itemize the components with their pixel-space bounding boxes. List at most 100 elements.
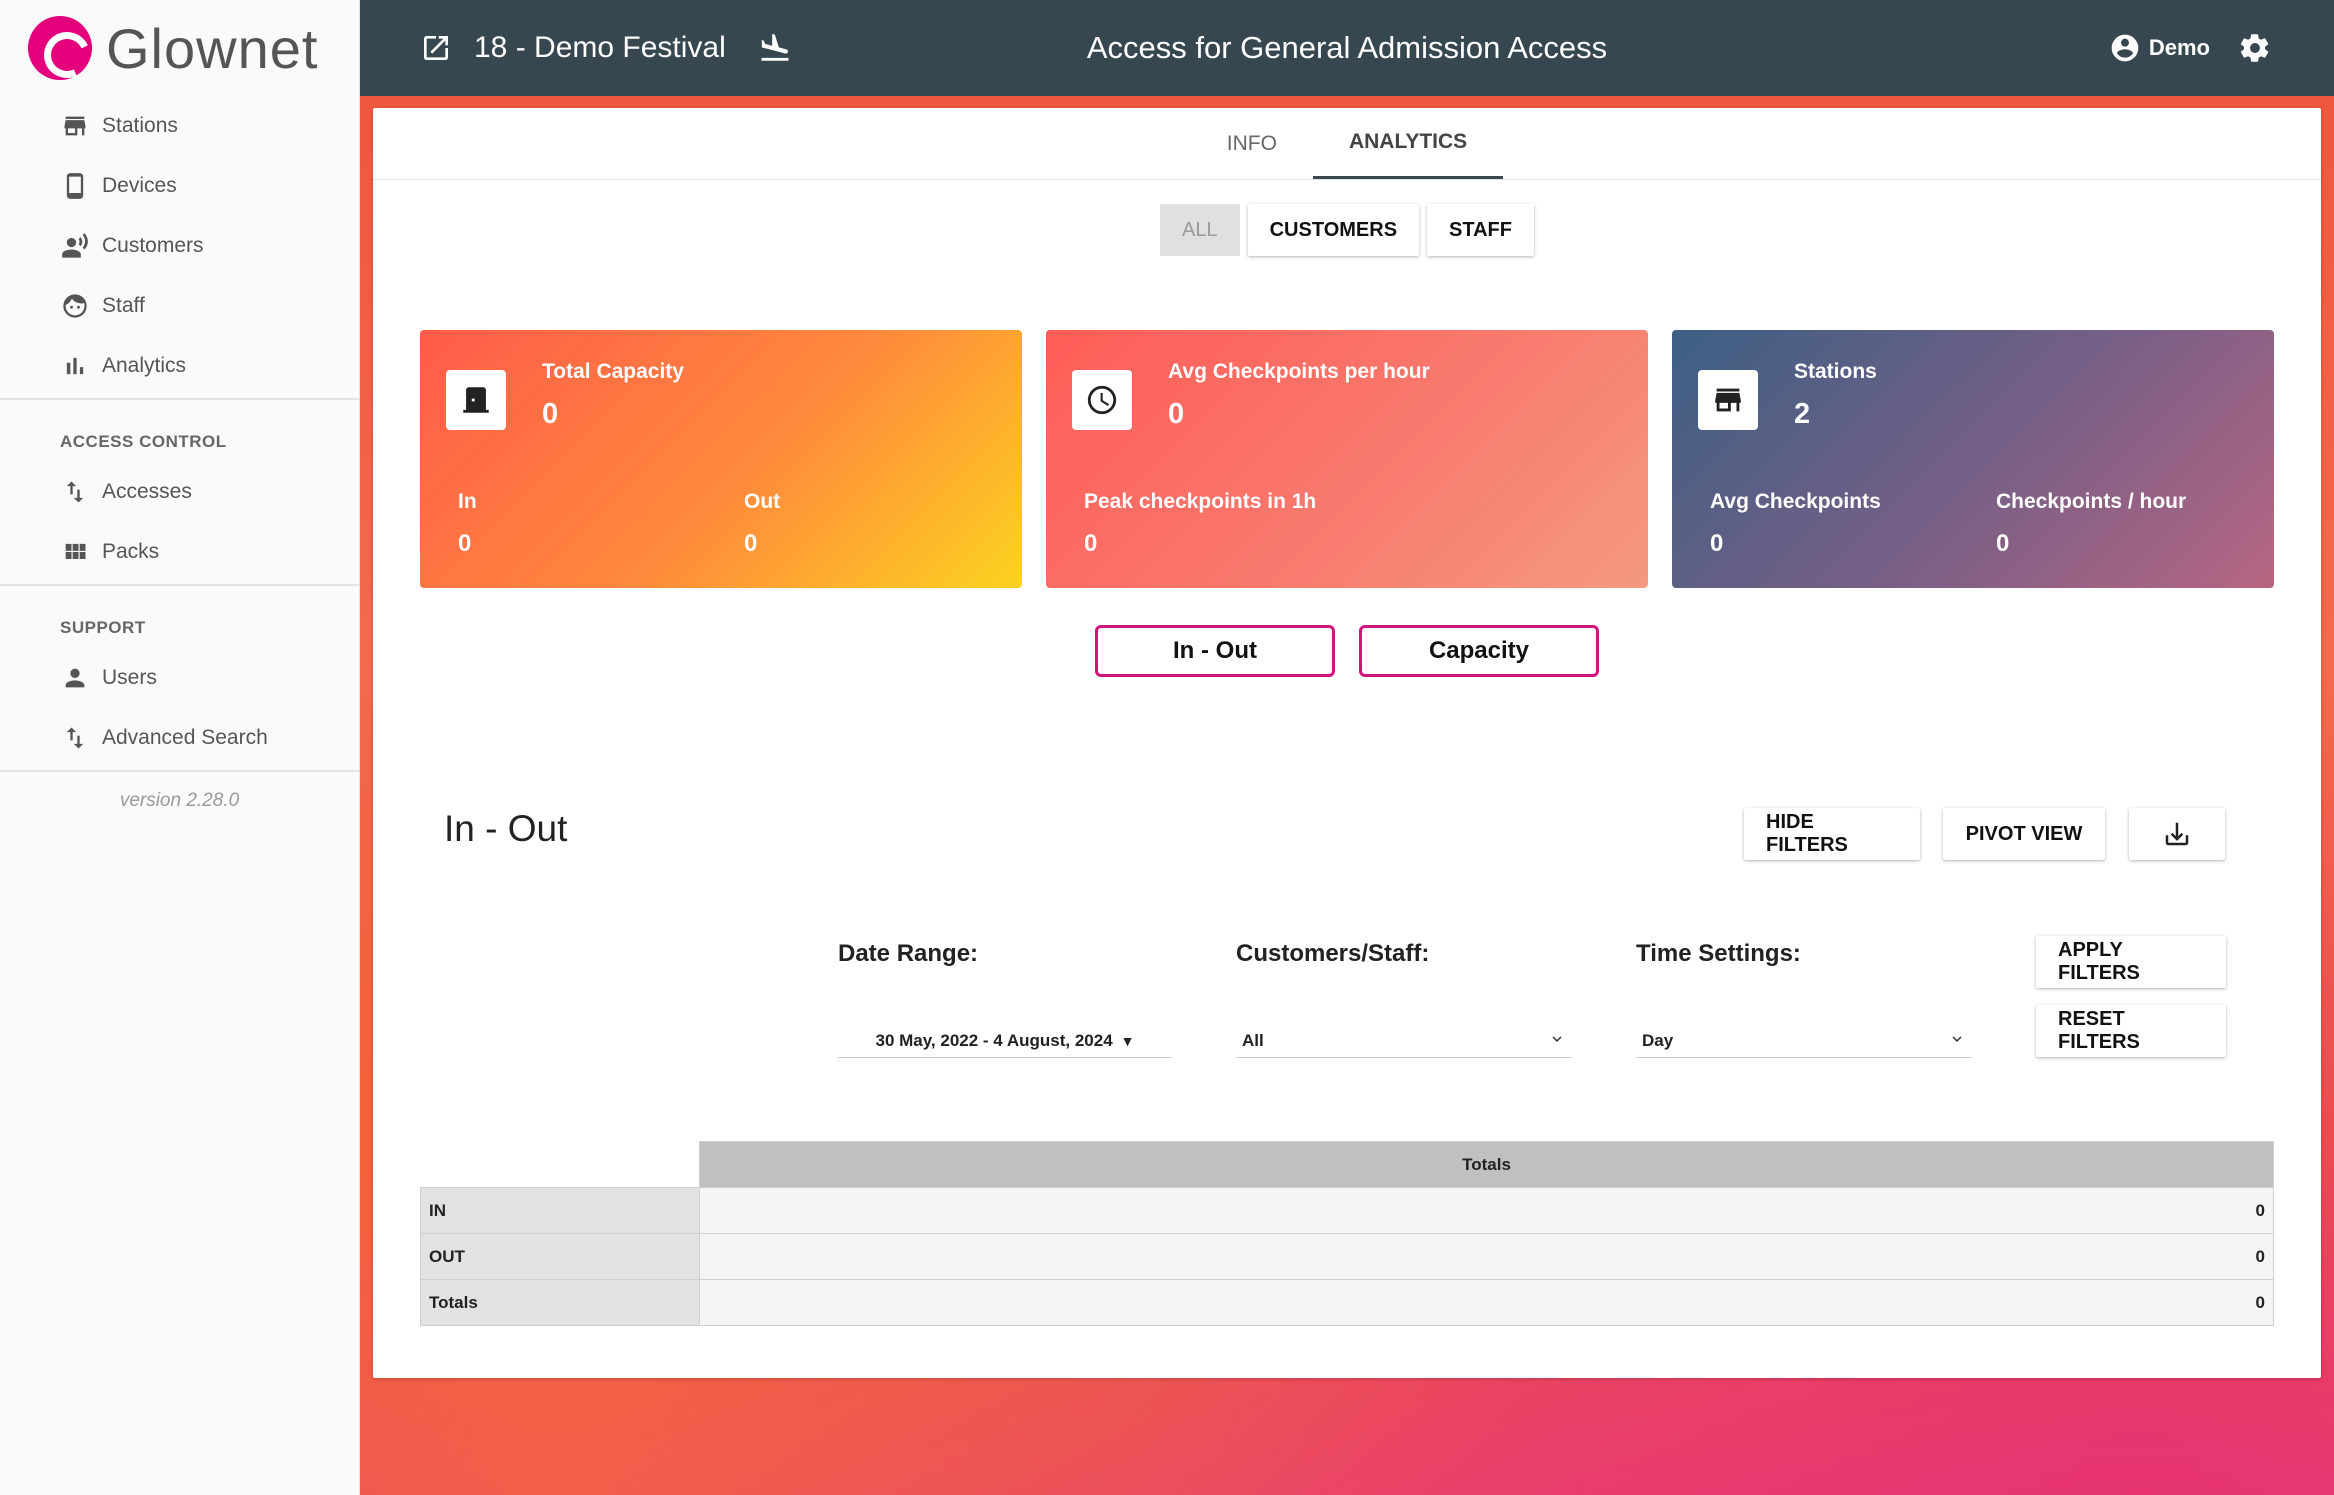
stat-sub-value: 0 (1710, 530, 1724, 557)
pivot-view-button[interactable]: PIVOT VIEW (1943, 808, 2105, 860)
stat-sub-value: 0 (1084, 530, 1098, 557)
hide-filters-button[interactable]: HIDE FILTERS (1744, 808, 1920, 860)
sidebar-item-devices[interactable]: Devices (0, 156, 359, 216)
sidebar-item-label: Stations (102, 114, 178, 137)
stat-sub-label: Avg Checkpoints (1710, 490, 1881, 513)
customers-icon (60, 231, 90, 261)
table-header-row: Totals (420, 1141, 2274, 1188)
door-icon (446, 370, 506, 430)
tab-info[interactable]: INFO (1191, 108, 1313, 179)
date-range-value: 30 May, 2022 - 4 August, 2024 (875, 1030, 1113, 1050)
capacity-toggle-button[interactable]: Capacity (1359, 625, 1599, 677)
date-range-picker[interactable]: 30 May, 2022 - 4 August, 2024 ▼ (838, 1024, 1172, 1058)
account-circle-icon[interactable] (2109, 32, 2141, 64)
stat-value: 2 (1794, 398, 1811, 430)
audience-selector: ALL CUSTOMERS STAFF (373, 204, 2321, 256)
section-title: In - Out (444, 808, 568, 849)
sidebar-item-label: Customers (102, 234, 204, 257)
stat-card-checkpoints: Avg Checkpoints per hour 0 Peak checkpoi… (1046, 330, 1648, 588)
sidebar-item-customers[interactable]: Customers (0, 216, 359, 276)
store-icon (60, 111, 90, 141)
date-range-label: Date Range: (838, 940, 979, 967)
stat-card-stations: Stations 2 Avg Checkpoints 0 Checkpoints… (1672, 330, 2274, 588)
stat-value: 0 (1168, 398, 1185, 430)
customers-staff-select[interactable]: All (1236, 1024, 1572, 1058)
timer-icon (1072, 370, 1132, 430)
time-settings-label: Time Settings: (1636, 940, 1801, 967)
sidebar-section-access-control: ACCESS CONTROL (60, 432, 227, 451)
reset-filters-button[interactable]: RESET FILTERS (2036, 1005, 2226, 1057)
sidebar-divider (0, 770, 359, 772)
sidebar-item-label: Staff (102, 294, 145, 317)
column-header-totals[interactable]: Totals (699, 1141, 2274, 1188)
download-icon (2162, 819, 2192, 849)
row-header[interactable]: Totals (420, 1279, 700, 1326)
stat-label: Total Capacity (542, 360, 684, 383)
chevron-down-icon (1948, 1030, 1966, 1048)
stat-sub-label: Checkpoints / hour (1996, 490, 2187, 513)
sidebar-item-label: Advanced Search (102, 726, 268, 749)
stat-sub-label: Out (744, 490, 781, 513)
download-button[interactable] (2129, 808, 2225, 860)
gear-icon[interactable] (2238, 31, 2272, 65)
sidebar-item-label: Accesses (102, 480, 192, 503)
table-cell: 0 (699, 1279, 2274, 1326)
row-header[interactable]: IN (420, 1187, 700, 1234)
sidebar-item-label: Devices (102, 174, 177, 197)
sidebar-item-label: Analytics (102, 354, 187, 377)
select-value: Day (1642, 1030, 1674, 1050)
chart-toggle-group: In - Out Capacity (373, 625, 2321, 677)
app-version: version 2.28.0 (119, 790, 240, 811)
segment-customers-button[interactable]: CUSTOMERS (1247, 204, 1420, 256)
tab-bar: INFO ANALYTICS (373, 108, 2321, 180)
segment-staff-button[interactable]: STAFF (1427, 204, 1534, 256)
tab-analytics[interactable]: ANALYTICS (1312, 108, 1504, 179)
user-menu: Demo (2109, 31, 2272, 65)
sidebar-item-label: Users (102, 666, 157, 689)
caret-down-icon: ▼ (1120, 1032, 1135, 1049)
event-name[interactable]: 18 - Demo Festival (474, 31, 726, 65)
stat-sub-value: 0 (1996, 530, 2010, 557)
flight-land-icon[interactable] (758, 31, 792, 65)
swap-vert-icon (60, 723, 90, 753)
sidebar-item-stations[interactable]: Stations (0, 96, 359, 156)
sidebar-divider (0, 398, 359, 400)
table-cell: 0 (699, 1187, 2274, 1234)
time-settings-select[interactable]: Day (1636, 1024, 1972, 1058)
table-row: Totals 0 (420, 1279, 2274, 1326)
sidebar-item-users[interactable]: Users (0, 648, 359, 708)
store-icon (1698, 370, 1758, 430)
stat-card-capacity: Total Capacity 0 In 0 Out 0 (420, 330, 1022, 588)
swap-vert-icon (60, 477, 90, 507)
sidebar-item-packs[interactable]: Packs (0, 522, 359, 582)
sidebar-item-analytics[interactable]: Analytics (0, 336, 359, 396)
segment-all-button[interactable]: ALL (1160, 204, 1240, 256)
bar-chart-icon (60, 351, 90, 381)
sidebar-item-label: Packs (102, 540, 160, 563)
table-corner (420, 1141, 700, 1188)
pivot-table: Totals IN 0 OUT 0 Totals 0 (420, 1141, 2274, 1326)
apply-filters-button[interactable]: APPLY FILTERS (2036, 936, 2226, 988)
grid-icon (60, 537, 90, 567)
phone-icon (60, 171, 90, 201)
in-out-toggle-button[interactable]: In - Out (1095, 625, 1335, 677)
brand-name: Glownet (106, 16, 319, 80)
table-row: IN 0 (420, 1187, 2274, 1234)
table-cell: 0 (699, 1233, 2274, 1280)
stat-sub-label: In (458, 490, 477, 513)
brand[interactable]: Glownet (0, 0, 359, 96)
sidebar-item-accesses[interactable]: Accesses (0, 462, 359, 522)
open-in-new-icon[interactable] (420, 32, 452, 64)
chevron-down-icon (1548, 1030, 1566, 1048)
sidebar-item-staff[interactable]: Staff (0, 276, 359, 336)
face-icon (60, 291, 90, 321)
stat-sub-value: 0 (458, 530, 472, 557)
row-header[interactable]: OUT (420, 1233, 700, 1280)
stat-sub-value: 0 (744, 530, 758, 557)
sidebar-divider (0, 584, 359, 586)
customers-staff-label: Customers/Staff: (1236, 940, 1430, 967)
sidebar-item-advanced-search[interactable]: Advanced Search (0, 708, 359, 768)
user-name[interactable]: Demo (2149, 35, 2210, 61)
sidebar-section-support: SUPPORT (60, 618, 146, 637)
stat-label: Avg Checkpoints per hour (1168, 360, 1430, 383)
